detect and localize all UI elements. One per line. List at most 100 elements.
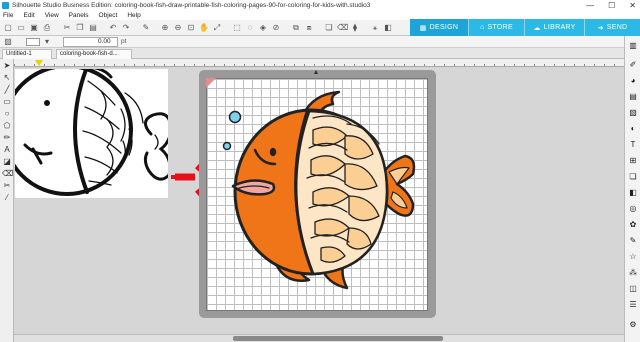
paste-icon[interactable]: ▤ [88,23,98,33]
rhinestone-icon[interactable]: ⁂ [628,268,638,278]
copy-icon[interactable]: ❐ [75,23,85,33]
minimize-button[interactable]: — [586,1,594,10]
maximize-button[interactable]: ☐ [608,1,615,10]
undo-icon[interactable]: ↶ [108,23,118,33]
tab-design[interactable]: ▦ DESIGN [410,19,468,36]
settings-gear-icon[interactable]: ⚙ [628,320,638,330]
ruler-marker-icon[interactable] [35,60,43,66]
pencil-tool-icon[interactable]: ✏ [2,133,12,143]
library-panel-icon[interactable]: ☆ [628,252,638,262]
delete-icon[interactable]: ⌫ [337,23,348,33]
line-width-unit: pt [121,38,127,45]
redo-icon[interactable]: ↷ [121,23,131,33]
open-folder-icon[interactable]: ▭ [16,23,26,33]
line-style-icon[interactable]: ✐ [628,60,638,70]
deselect-icon[interactable]: ◌ [245,23,255,33]
tab-store-label: STORE [487,24,514,31]
menu-panels[interactable]: Panels [69,12,89,19]
modify-icon[interactable]: ◧ [628,188,638,198]
knife-tool-icon[interactable]: ✂ [2,181,12,191]
replicate-icon[interactable]: ❏ [628,172,638,182]
cut-icon[interactable]: ✂ [62,23,72,33]
tab-send[interactable]: ➜ SEND [584,19,640,36]
tab-design-label: DESIGN [429,24,459,31]
bubble-icon [228,110,242,124]
layers-icon[interactable]: ☰ [628,300,638,310]
menu-help[interactable]: Help [127,12,140,19]
point-edit-icon[interactable]: ↖ [2,73,12,83]
eyedropper-tool-icon[interactable]: ⁄ [2,193,12,203]
rectangle-tool-icon[interactable]: ▭ [2,97,12,107]
doc-tab-label: Untitled-1 [6,51,32,57]
edit-points-icon[interactable]: ◈ [258,23,268,33]
scrollbar-thumb[interactable] [233,336,443,341]
doc-tab-untitled[interactable]: Untitled-1 [2,49,52,59]
fit-page-icon[interactable]: ⤢ [212,23,222,33]
image-effects-icon[interactable]: ◫ [628,284,638,294]
doc-tab-label: coloring-book-fish-d... [60,51,118,57]
send-icon: ➜ [597,24,604,32]
line-color-swatch[interactable] [26,38,40,46]
fill-color-icon[interactable]: ▨ [3,37,13,47]
media-icon[interactable]: ◧ [383,23,393,33]
eye-icon [269,147,277,157]
pattern-icon[interactable]: ▧ [628,108,638,118]
reference-image[interactable] [15,69,168,198]
text-style-icon[interactable]: T [628,140,638,150]
zoom-out-icon[interactable]: ⊖ [173,23,183,33]
bw-fish-illustration [15,69,168,196]
new-file-icon[interactable]: ▢ [3,23,13,33]
eraser-tool-icon[interactable]: ⌫ [2,169,13,179]
text-tool-icon[interactable]: A [2,145,12,155]
mat-origin-marker [206,78,216,88]
ungroup-icon[interactable]: ⧈ [304,23,314,33]
mat-handle-icon[interactable]: ▲ [311,69,321,76]
line-width-input[interactable]: 0.00 [63,37,118,47]
library-icon: ☁ [533,24,541,32]
select-arrow-icon[interactable]: ➤ [2,61,12,71]
group-icon[interactable]: ⧉ [291,23,301,33]
tab-store[interactable]: ⌂ STORE [468,19,524,36]
close-button[interactable]: ✕ [629,1,636,10]
trace-panel-icon[interactable]: ✿ [628,220,638,230]
polygon-tool-icon[interactable]: ⬠ [2,121,12,131]
ellipse-tool-icon[interactable]: ○ [2,109,12,119]
menu-object[interactable]: Object [99,12,118,19]
fill-tool-icon[interactable]: ◪ [2,157,12,167]
fill-gradient-icon[interactable]: ▤ [628,92,638,102]
pan-hand-icon[interactable]: ✋ [199,23,209,33]
transform-icon[interactable]: ⊞ [628,156,638,166]
palette-icon[interactable]: ◕ [628,76,638,86]
window-title: Silhouette Studio Business Edition: colo… [12,2,371,9]
line-tool-icon[interactable]: ╱ [2,85,12,95]
tab-library[interactable]: ☁ LIBRARY [524,19,584,36]
menu-edit[interactable]: Edit [23,12,34,19]
store-icon: ⌂ [479,24,485,31]
print-icon[interactable]: ⎙ [42,23,52,33]
arrange-icon[interactable]: ⧫ [350,23,360,33]
style-toolbar: ▨ ▾ 0.00 pt [0,36,640,48]
title-bar: Silhouette Studio Business Edition: colo… [0,0,640,11]
select-all-icon[interactable]: ⬚ [232,23,242,33]
colored-fish-illustration[interactable] [217,88,423,303]
draw-icon[interactable]: ✎ [141,23,151,33]
dropdown-icon[interactable]: ▾ [42,37,52,47]
offset-icon[interactable]: ◎ [628,204,638,214]
zoom-select-icon[interactable]: ⊡ [186,23,196,33]
right-panel-toolbar: ▥ ✐ ◕ ▤ ▧ ◐ T ⊞ ❏ ◧ ◎ ✿ ✎ ☆ ⁂ ◫ ☰ ⚙ [624,36,640,342]
zoom-in-icon[interactable]: ⊕ [160,23,170,33]
tab-library-label: LIBRARY [543,24,576,31]
trace-icon[interactable]: ⚹ [370,23,380,33]
duplicate-icon[interactable]: ❏ [324,23,334,33]
app-icon [2,2,9,9]
release-icon[interactable]: ⊘ [271,23,281,33]
pages-icon[interactable]: ▥ [628,41,638,51]
doc-tab-fish[interactable]: coloring-book-fish-d... [56,49,132,59]
menu-view[interactable]: View [45,12,59,19]
transparency-icon[interactable]: ◐ [628,124,638,134]
sketch-icon[interactable]: ✎ [628,236,638,246]
save-icon[interactable]: ▣ [29,23,39,33]
menu-file[interactable]: File [3,12,13,19]
document-tabs: Untitled-1 coloring-book-fish-d... [0,48,640,59]
horizontal-ruler [14,59,624,67]
